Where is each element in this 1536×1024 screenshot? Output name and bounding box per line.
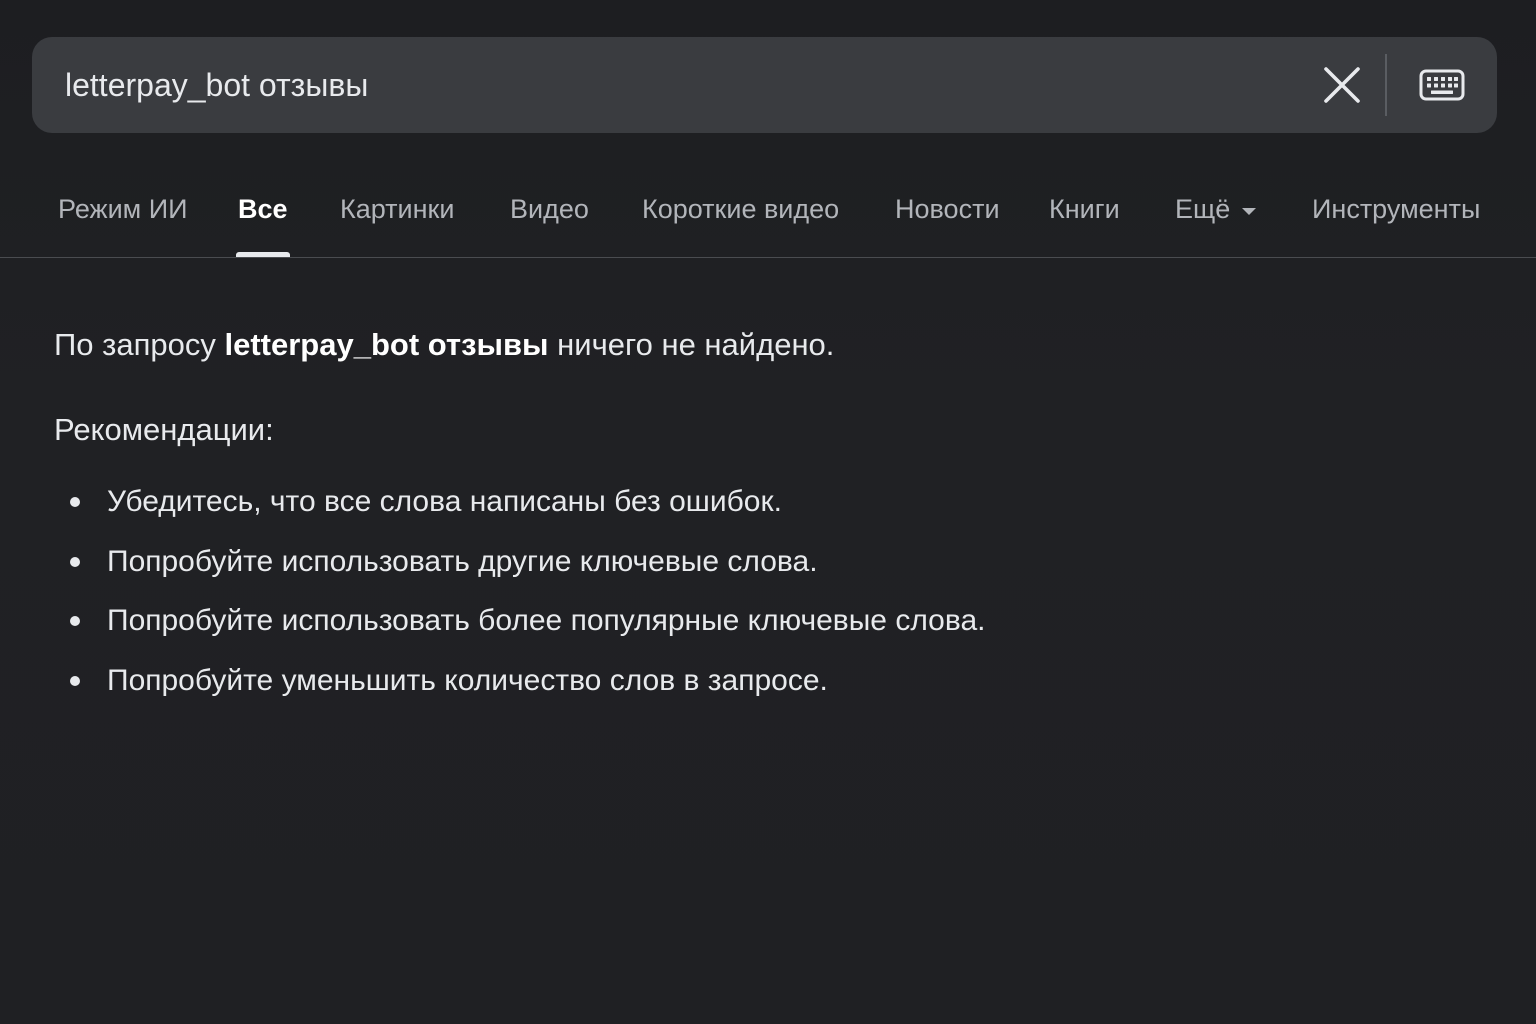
tab-label: Ещё	[1175, 194, 1231, 224]
tab-label: Инструменты	[1312, 194, 1481, 224]
tab-label: Короткие видео	[642, 194, 840, 224]
tab-label: Книги	[1049, 194, 1120, 224]
tab-label: Новости	[895, 194, 1000, 224]
tab-books[interactable]: Книги	[1049, 180, 1120, 257]
recommendations-title: Рекомендации:	[54, 412, 274, 447]
search-input[interactable]	[32, 37, 1299, 133]
keyboard-icon	[1419, 69, 1465, 101]
clear-search-button[interactable]	[1299, 37, 1385, 133]
list-item: Попробуйте использовать более популярные…	[54, 601, 1254, 641]
no-results-prefix: По запросу	[54, 327, 216, 362]
no-results-query: letterpay_bot отзывы	[224, 327, 549, 362]
tab-ai-mode[interactable]: Режим ИИ	[58, 180, 188, 257]
tab-short-videos[interactable]: Короткие видео	[642, 180, 839, 257]
search-bar	[32, 37, 1497, 133]
tab-all[interactable]: Все	[236, 180, 290, 257]
caret-down-icon	[1242, 208, 1257, 215]
tab-label: Режим ИИ	[58, 194, 188, 224]
list-item: Попробуйте использовать другие ключевые …	[54, 542, 1254, 582]
tab-news[interactable]: Новости	[895, 180, 1000, 257]
tab-videos[interactable]: Видео	[510, 180, 589, 257]
recommendations-list: Убедитесь, что все слова написаны без ош…	[54, 482, 1254, 701]
list-item: Убедитесь, что все слова написаны без ош…	[54, 482, 1254, 522]
tab-more[interactable]: Ещё	[1175, 180, 1257, 257]
search-results-page: Режим ИИ Все Картинки Видео Короткие вид…	[0, 0, 1536, 1024]
close-icon	[1324, 67, 1360, 103]
results-content: По запросу letterpay_bot отзывы ничего н…	[54, 325, 1254, 720]
no-results-message: По запросу letterpay_bot отзывы ничего н…	[54, 325, 1254, 365]
search-tabs: Режим ИИ Все Картинки Видео Короткие вид…	[0, 180, 1536, 258]
tab-label: Все	[238, 194, 288, 224]
no-results-suffix: ничего не найдено.	[557, 327, 835, 362]
tab-tools[interactable]: Инструменты	[1312, 180, 1480, 257]
tab-label: Видео	[510, 194, 589, 224]
tab-label: Картинки	[340, 194, 455, 224]
keyboard-button[interactable]	[1387, 37, 1497, 133]
list-item: Попробуйте уменьшить количество слов в з…	[54, 661, 1254, 701]
tab-images[interactable]: Картинки	[340, 180, 454, 257]
